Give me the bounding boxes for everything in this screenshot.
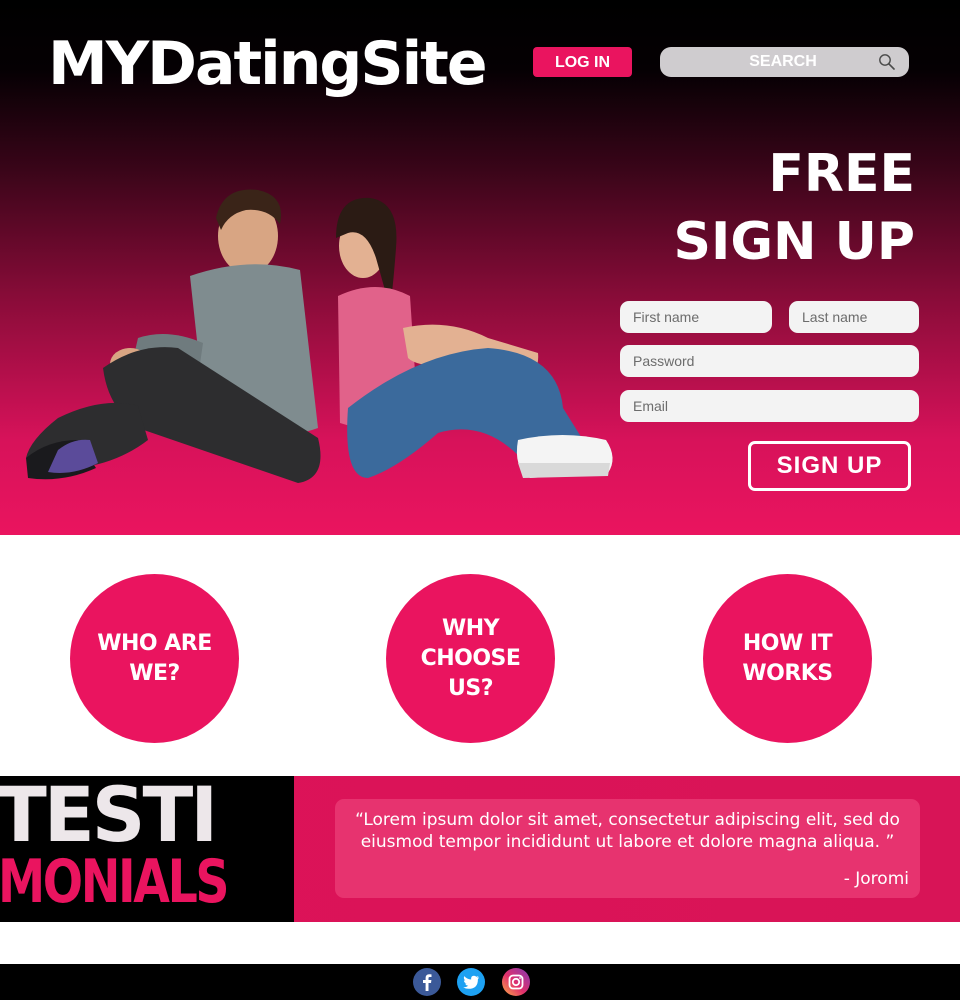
signup-button[interactable]: SIGN UP — [748, 441, 911, 491]
testimonials-title-line-2: MONIALS — [0, 847, 230, 917]
facebook-icon[interactable] — [412, 967, 442, 997]
instagram-icon[interactable] — [501, 967, 531, 997]
headline-line-1: FREE — [768, 144, 915, 204]
login-button[interactable]: LOG IN — [533, 47, 632, 77]
email-field[interactable] — [620, 390, 919, 422]
testimonials-title: TESTI MONIALS — [0, 776, 294, 922]
signup-headline: FREE SIGN UP — [674, 140, 915, 276]
twitter-icon[interactable] — [456, 967, 486, 997]
testimonial-quote: “Lorem ipsum dolor sit amet, consectetur… — [355, 810, 900, 852]
first-name-field[interactable] — [620, 301, 772, 333]
search-icon[interactable] — [878, 53, 896, 71]
testimonial-card: “Lorem ipsum dolor sit amet, consectetur… — [335, 799, 920, 898]
why-choose-us-button[interactable]: WHY CHOOSE US? — [386, 574, 555, 743]
how-it-works-button[interactable]: HOW IT WORKS — [703, 574, 872, 743]
password-field[interactable] — [620, 345, 919, 377]
who-are-we-button[interactable]: WHO ARE WE? — [70, 574, 239, 743]
headline-line-2: SIGN UP — [673, 212, 915, 272]
last-name-field[interactable] — [789, 301, 919, 333]
couple-photo — [26, 189, 613, 483]
testimonial-author: - Joromi — [843, 869, 909, 889]
site-logo[interactable]: MYDatingSite — [48, 22, 488, 106]
search-placeholder: SEARCH — [749, 53, 817, 70]
search-input[interactable]: SEARCH — [660, 47, 909, 77]
